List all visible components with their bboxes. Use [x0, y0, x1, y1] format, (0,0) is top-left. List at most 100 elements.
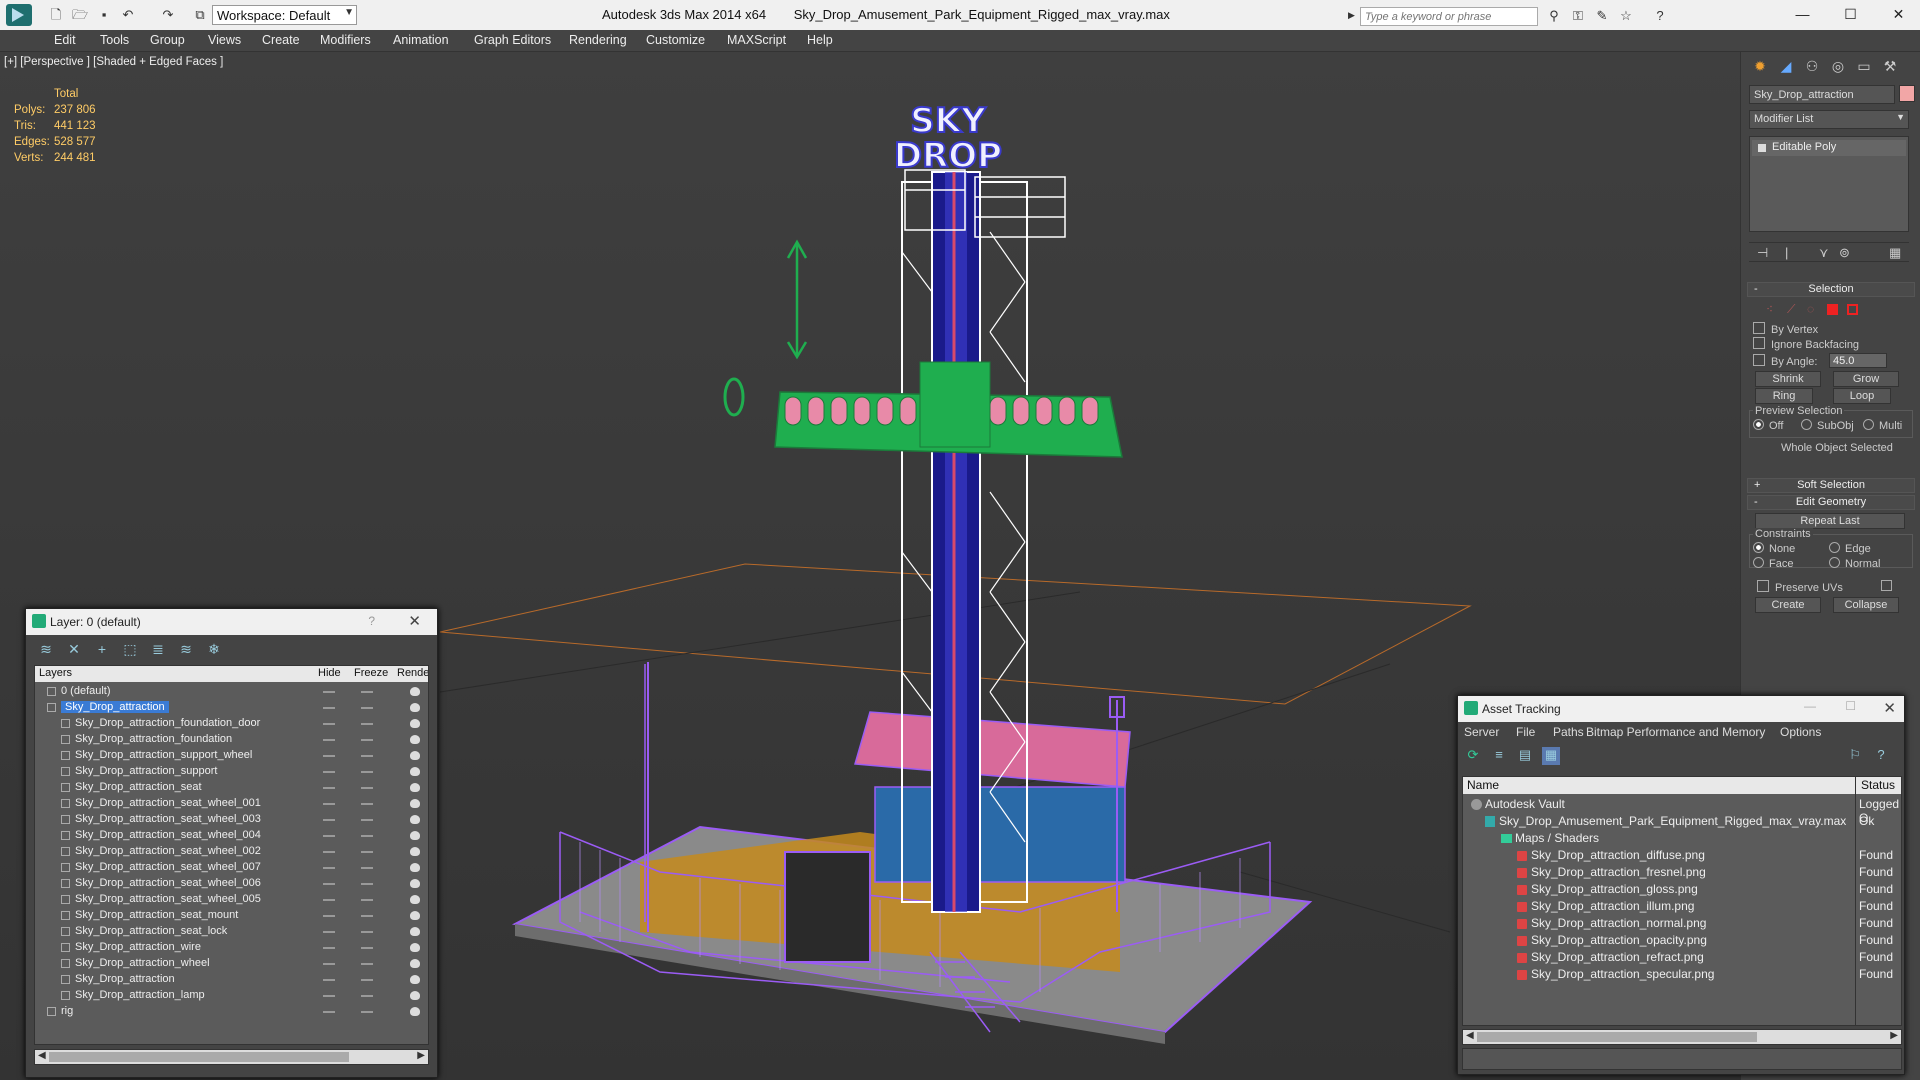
stack-item-editable-poly[interactable]: Editable Poly: [1752, 140, 1906, 156]
freeze-toggle[interactable]: [361, 995, 373, 997]
angle-spinner[interactable]: [1829, 353, 1887, 368]
hide-toggle[interactable]: [323, 755, 335, 757]
motion-tab-icon[interactable]: ◎: [1827, 58, 1849, 78]
layer-row[interactable]: rig: [35, 1004, 428, 1020]
layer-row[interactable]: Sky_Drop_attraction_seat_wheel_003: [35, 812, 428, 828]
freeze-toggle[interactable]: [361, 803, 373, 805]
menu-rendering[interactable]: Rendering: [569, 33, 627, 47]
table-view-icon[interactable]: ▦: [1542, 747, 1560, 765]
asset-row[interactable]: Sky_Drop_attraction_specular.png Found: [1463, 966, 1901, 983]
menu-graph-editors[interactable]: Graph Editors: [474, 33, 551, 47]
detail-view-icon[interactable]: ▤: [1516, 747, 1534, 765]
hide-toggle[interactable]: [323, 803, 335, 805]
layer-name[interactable]: Sky_Drop_attraction_seat_wheel_007: [75, 861, 261, 873]
freeze-toggle[interactable]: [361, 867, 373, 869]
menu-animation[interactable]: Animation: [393, 33, 449, 47]
render-teapot-icon[interactable]: [410, 943, 420, 952]
selection-rollout[interactable]: - Selection: [1747, 282, 1915, 297]
render-teapot-icon[interactable]: [410, 879, 420, 888]
vertex-level-icon[interactable]: ⁖: [1766, 302, 1773, 316]
close-icon[interactable]: ✕: [1883, 699, 1896, 717]
layer-row[interactable]: Sky_Drop_attraction_seat_wheel_005: [35, 892, 428, 908]
asset-row[interactable]: Autodesk Vault Logged O: [1463, 796, 1901, 825]
constraint-face-radio[interactable]: Face: [1753, 557, 1793, 570]
hide-toggle[interactable]: [323, 787, 335, 789]
hide-toggle[interactable]: [323, 723, 335, 725]
render-teapot-icon[interactable]: [410, 703, 420, 712]
polygon-level-icon[interactable]: [1827, 304, 1838, 315]
menu-customize[interactable]: Customize: [646, 33, 705, 47]
asset-row[interactable]: Sky_Drop_Amusement_Park_Equipment_Rigged…: [1463, 813, 1901, 830]
close-icon[interactable]: ✕: [408, 612, 421, 630]
preview-subobj-radio[interactable]: SubObj: [1801, 419, 1854, 432]
layer-name[interactable]: Sky_Drop_attraction_support: [75, 765, 217, 777]
scroll-right-icon[interactable]: ▶: [1890, 1030, 1898, 1041]
col-status[interactable]: Status: [1861, 778, 1895, 792]
open-file-icon[interactable]: 🗁: [72, 7, 88, 23]
render-teapot-icon[interactable]: [410, 735, 420, 744]
hide-toggle[interactable]: [323, 739, 335, 741]
hide-toggle[interactable]: [323, 915, 335, 917]
render-teapot-icon[interactable]: [410, 847, 420, 856]
layer-row[interactable]: Sky_Drop_attraction_foundation: [35, 732, 428, 748]
freeze-toggle[interactable]: [361, 979, 373, 981]
render-teapot-icon[interactable]: [410, 1007, 420, 1016]
hide-toggle[interactable]: [323, 771, 335, 773]
freeze-toggle[interactable]: [361, 915, 373, 917]
layer-name[interactable]: Sky_Drop_attraction_foundation: [75, 733, 232, 745]
hide-toggle[interactable]: [323, 867, 335, 869]
layer-row[interactable]: Sky_Drop_attraction_support_wheel: [35, 748, 428, 764]
layer-row[interactable]: Sky_Drop_attraction_seat_wheel_001: [35, 796, 428, 812]
render-teapot-icon[interactable]: [410, 687, 420, 696]
asset-menu-file[interactable]: File: [1516, 725, 1535, 739]
layer-row[interactable]: Sky_Drop_attraction: [35, 700, 428, 716]
menu-modifiers[interactable]: Modifiers: [320, 33, 371, 47]
col-render[interactable]: Rende: [397, 667, 428, 679]
menu-tools[interactable]: Tools: [100, 33, 129, 47]
asset-menu-options[interactable]: Options: [1780, 725, 1821, 739]
search-input[interactable]: [1360, 7, 1538, 26]
freeze-toggle[interactable]: [361, 851, 373, 853]
save-file-icon[interactable]: ▪: [96, 7, 112, 23]
shrink-button[interactable]: Shrink: [1755, 371, 1821, 387]
layer-row[interactable]: Sky_Drop_attraction_seat_wheel_002: [35, 844, 428, 860]
ignore-backfacing-checkbox[interactable]: Ignore Backfacing: [1753, 337, 1859, 351]
edit-geometry-rollout[interactable]: - Edit Geometry: [1747, 495, 1915, 510]
minimize-icon[interactable]: —: [1804, 699, 1816, 713]
render-teapot-icon[interactable]: [410, 783, 420, 792]
scroll-thumb[interactable]: [49, 1052, 349, 1062]
preserve-uvs-checkbox[interactable]: Preserve UVs: [1757, 580, 1843, 594]
help-icon[interactable]: ?: [368, 614, 375, 628]
display-tab-icon[interactable]: ▭: [1853, 58, 1875, 78]
render-teapot-icon[interactable]: [410, 927, 420, 936]
freeze-toggle[interactable]: [361, 899, 373, 901]
layer-row[interactable]: Sky_Drop_attraction_seat: [35, 780, 428, 796]
project-folder-icon[interactable]: ⧉: [192, 7, 208, 23]
scroll-left-icon[interactable]: ◀: [1466, 1030, 1474, 1041]
hide-toggle[interactable]: [323, 931, 335, 933]
render-teapot-icon[interactable]: [410, 959, 420, 968]
layer-row[interactable]: Sky_Drop_attraction_seat_wheel_004: [35, 828, 428, 844]
highlight-layer-icon[interactable]: ≣: [148, 641, 168, 658]
freeze-toggle[interactable]: [361, 739, 373, 741]
freeze-toggle[interactable]: [361, 947, 373, 949]
add-to-layer-icon[interactable]: +: [92, 641, 112, 657]
asset-row[interactable]: Maps / Shaders: [1463, 830, 1901, 847]
hide-all-layers-icon[interactable]: ≋: [176, 641, 196, 658]
hide-toggle[interactable]: [323, 995, 335, 997]
hide-toggle[interactable]: [323, 707, 335, 709]
create-tab-icon[interactable]: ✹: [1749, 58, 1771, 78]
list-view-icon[interactable]: ≡: [1490, 747, 1508, 765]
layer-row[interactable]: Sky_Drop_attraction: [35, 972, 428, 988]
menu-edit[interactable]: Edit: [54, 33, 76, 47]
redo-icon[interactable]: ↷: [160, 7, 176, 23]
freeze-toggle[interactable]: [361, 787, 373, 789]
app-menu-icon[interactable]: [6, 4, 32, 26]
render-teapot-icon[interactable]: [410, 895, 420, 904]
layer-horizontal-scrollbar[interactable]: ◀ ▶: [34, 1049, 429, 1065]
hide-toggle[interactable]: [323, 835, 335, 837]
constraint-normal-radio[interactable]: Normal: [1829, 557, 1880, 570]
asset-row[interactable]: Sky_Drop_attraction_fresnel.png Found: [1463, 864, 1901, 881]
asset-menu-paths[interactable]: Paths: [1553, 725, 1584, 739]
freeze-toggle[interactable]: [361, 707, 373, 709]
